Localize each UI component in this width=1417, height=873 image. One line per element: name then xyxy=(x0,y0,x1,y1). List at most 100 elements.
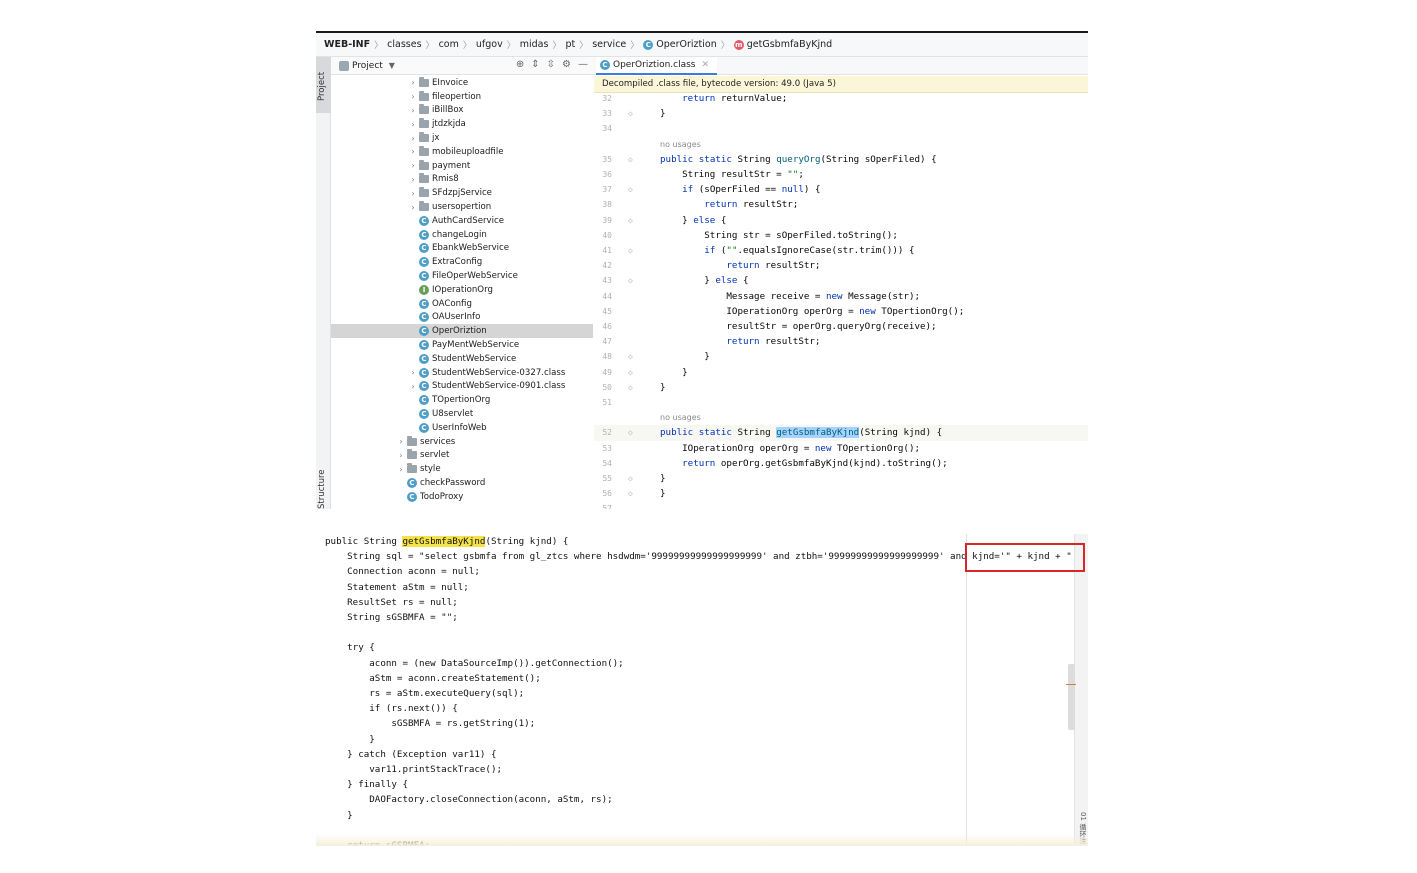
tree-item[interactable]: › style xyxy=(331,462,593,476)
breadcrumb-item-service[interactable]: service xyxy=(592,39,626,50)
code-editor[interactable]: 32 return returnValue; 33 ◇} 34 no usages 35 ◇… xyxy=(594,93,1088,509)
code-line[interactable]: 45 IOperationOrg operOrg = new TOpertion… xyxy=(594,304,1088,319)
code-line[interactable]: 32 return returnValue; xyxy=(594,93,1088,106)
structure-stripe-label[interactable]: Structure xyxy=(317,469,327,509)
code-line[interactable]: 39 ◇ } else { xyxy=(594,213,1088,228)
fold-marker-icon[interactable]: ◇ xyxy=(628,182,638,197)
chevron-right-icon[interactable]: › xyxy=(407,189,419,198)
code-line[interactable]: 56 ◇} xyxy=(594,486,1088,501)
code-line[interactable]: 44 Message receive = new Message(str); xyxy=(594,289,1088,304)
fold-marker-icon[interactable]: ◇ xyxy=(628,213,638,228)
code-line[interactable]: Connection aconn = null; xyxy=(325,564,480,579)
tree-item[interactable]: C AuthCardService xyxy=(331,214,593,228)
tree-item[interactable]: C TOpertionOrg xyxy=(331,393,593,407)
code-line[interactable]: public String getGsbmfaByKjnd(String kjn… xyxy=(325,534,568,549)
chevron-right-icon[interactable]: › xyxy=(407,368,419,377)
tree-item[interactable]: › EInvoice xyxy=(331,76,593,90)
tree-item[interactable]: › fileopertion xyxy=(331,90,593,104)
code-line[interactable]: var11.printStackTrace(); xyxy=(325,762,502,777)
code-line[interactable]: 38 return resultStr; xyxy=(594,197,1088,212)
breadcrumb-item-ufgov[interactable]: ufgov xyxy=(476,39,503,50)
code-line[interactable]: 50 ◇} xyxy=(594,380,1088,395)
fold-marker-icon[interactable]: ◇ xyxy=(628,471,638,486)
tree-item[interactable]: › jx xyxy=(331,131,593,145)
locate-icon[interactable]: ⊕ xyxy=(516,59,524,70)
breadcrumb-item-classes[interactable]: classes xyxy=(387,39,421,50)
chevron-right-icon[interactable]: › xyxy=(395,451,407,460)
chevron-right-icon[interactable]: › xyxy=(395,465,407,474)
code-line[interactable]: 43 ◇ } else { xyxy=(594,273,1088,288)
code-line[interactable]: 42 return resultStr; xyxy=(594,258,1088,273)
fold-marker-icon[interactable]: ◇ xyxy=(628,106,638,121)
decompiled-code[interactable]: public String getGsbmfaByKjnd(String kjn… xyxy=(316,534,1088,846)
code-line[interactable]: 48 ◇ } xyxy=(594,349,1088,364)
tab-operoriztion-class[interactable]: C OperOriztion.class ✕ xyxy=(596,57,718,75)
collapse-all-icon[interactable]: ⇳ xyxy=(547,59,555,70)
chevron-right-icon[interactable]: › xyxy=(407,175,419,184)
tree-item[interactable]: C OAConfig xyxy=(331,297,593,311)
tree-item[interactable]: C OperOriztion xyxy=(331,324,593,339)
chevron-right-icon[interactable]: › xyxy=(407,382,419,391)
fold-marker-icon[interactable]: ◇ xyxy=(628,365,638,380)
code-line[interactable]: 54 return operOrg.getGsbmfaByKjnd(kjnd).… xyxy=(594,456,1088,471)
code-line[interactable]: 34 xyxy=(594,121,1088,136)
breadcrumb-item-com[interactable]: com xyxy=(439,39,459,50)
code-line[interactable]: 37 ◇ if (sOperFiled == null) { xyxy=(594,182,1088,197)
code-line[interactable]: 49 ◇ } xyxy=(594,365,1088,380)
inlay-hint[interactable]: no usages xyxy=(594,137,1088,152)
chevron-right-icon[interactable]: › xyxy=(407,106,419,115)
chevron-right-icon[interactable]: › xyxy=(407,92,419,101)
code-line[interactable]: ResultSet rs = null; xyxy=(325,595,458,610)
code-line[interactable]: if (rs.next()) { xyxy=(325,701,458,716)
code-line[interactable]: aconn = (new DataSourceImp()).getConnect… xyxy=(325,656,623,671)
close-icon[interactable]: ✕ xyxy=(702,60,710,70)
breadcrumb-item-class[interactable]: C OperOriztion xyxy=(643,39,717,50)
breadcrumb-item-pt[interactable]: pt xyxy=(565,39,575,50)
chevron-right-icon[interactable]: › xyxy=(407,120,419,129)
tree-item[interactable]: CchangeLogin xyxy=(331,228,593,242)
tree-item[interactable]: CcheckPassword xyxy=(331,476,593,490)
code-line[interactable]: 46 resultStr = operOrg.queryOrg(receive)… xyxy=(594,319,1088,334)
vertical-scrollbar[interactable] xyxy=(1068,664,1075,730)
breadcrumb-item-midas[interactable]: midas xyxy=(520,39,549,50)
code-line[interactable]: 40 String str = sOperFiled.toString(); xyxy=(594,228,1088,243)
project-view-selector[interactable]: Project xyxy=(352,61,383,71)
code-line[interactable]: 33 ◇} xyxy=(594,106,1088,121)
tree-item[interactable]: C U8servlet xyxy=(331,407,593,421)
breadcrumb-item-method[interactable]: m getGsbmfaByKjnd xyxy=(733,39,832,50)
tree-item[interactable]: › C StudentWebService-0901.class xyxy=(331,380,593,394)
fold-marker-icon[interactable]: ◇ xyxy=(628,243,638,258)
tree-item[interactable]: › payment xyxy=(331,159,593,173)
chevron-right-icon[interactable]: › xyxy=(407,161,419,170)
code-line[interactable]: String sGSBMFA = ""; xyxy=(325,610,458,625)
tree-item[interactable]: I IOperationOrg xyxy=(331,283,593,297)
code-line[interactable]: 57 xyxy=(594,501,1088,509)
tree-item[interactable]: › Rmis8 xyxy=(331,173,593,187)
tree-item[interactable]: C TodoProxy xyxy=(331,490,593,504)
gear-icon[interactable]: ⚙ xyxy=(562,59,571,70)
code-line[interactable]: } finally { xyxy=(325,777,408,792)
tree-item[interactable]: › jtdzkjda xyxy=(331,117,593,131)
code-line[interactable]: } catch (Exception var11) { xyxy=(325,747,496,762)
tree-item[interactable]: › C StudentWebService-0327.class xyxy=(331,366,593,380)
code-line[interactable]: 47 return resultStr; xyxy=(594,334,1088,349)
code-line[interactable]: try { xyxy=(325,640,375,655)
tree-item[interactable]: › services xyxy=(331,435,593,449)
code-line[interactable]: 51 xyxy=(594,395,1088,410)
code-line[interactable]: aStm = aconn.createStatement(); xyxy=(325,671,540,686)
fold-marker-icon[interactable]: ◇ xyxy=(628,425,638,440)
fold-marker-icon[interactable]: ◇ xyxy=(628,349,638,364)
tree-item[interactable]: C UserInfoWeb xyxy=(331,421,593,435)
chevron-right-icon[interactable]: › xyxy=(407,147,419,156)
code-line[interactable]: 35 ◇ public static String queryOrg(String … xyxy=(594,152,1088,167)
code-line[interactable]: } xyxy=(325,732,375,747)
code-line[interactable]: 52 ◇ public static String getGsbmfaByKjnd(… xyxy=(594,425,1088,441)
fold-marker-icon[interactable]: ◇ xyxy=(628,273,638,288)
hide-icon[interactable]: — xyxy=(578,59,588,70)
tree-item[interactable]: › mobileuploadfile xyxy=(331,145,593,159)
chevron-right-icon[interactable]: › xyxy=(407,203,419,212)
dropdown-arrow-icon[interactable]: ▼ xyxy=(389,61,395,70)
tree-item[interactable]: › SFdzpjService xyxy=(331,186,593,200)
chevron-right-icon[interactable]: › xyxy=(407,78,419,87)
inlay-hint[interactable]: no usages xyxy=(594,410,1088,425)
